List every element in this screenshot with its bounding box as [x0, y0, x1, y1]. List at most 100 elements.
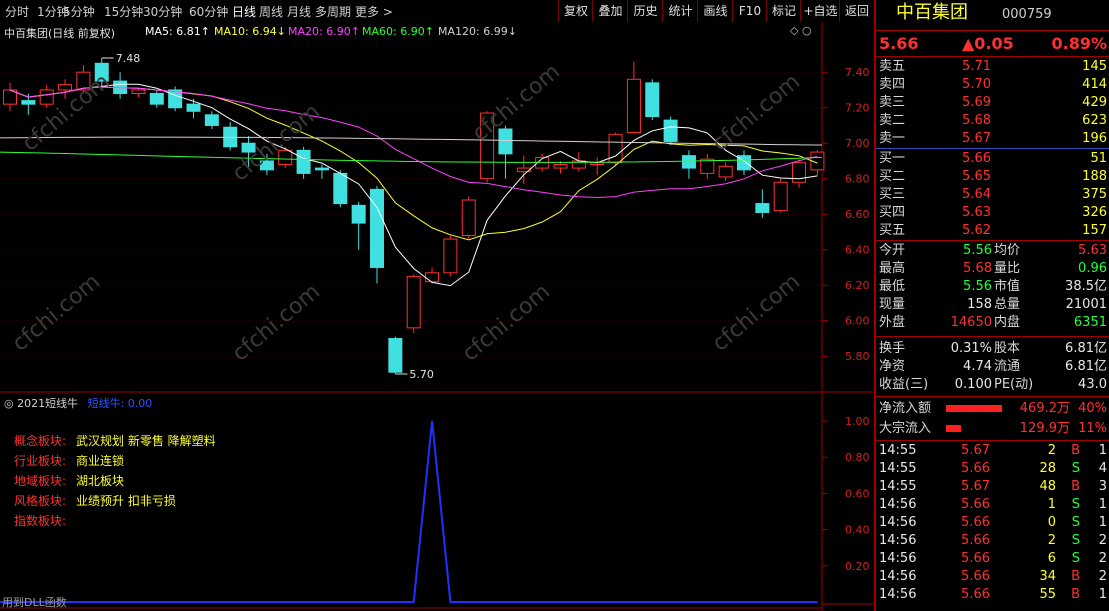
toolbar-action[interactable]: 统计 — [662, 0, 698, 22]
period-tab[interactable]: 月线 — [287, 3, 311, 20]
toolbar-action[interactable]: 返回 — [839, 0, 874, 22]
indicator-footer: 用到DLL函数 — [2, 596, 67, 609]
stat-row: 外盘 14650 内盘 6351 — [876, 314, 1109, 332]
fund-label: 收益(三) — [879, 377, 929, 392]
sector-value: 武汉规划 新零售 降解塑料 — [76, 434, 216, 448]
toolbar-action[interactable]: 叠加 — [592, 0, 628, 22]
tick-row: 14:56 5.66 6 S 2 — [876, 550, 1109, 568]
candle — [443, 235, 458, 277]
tick-volume: 55 — [1039, 587, 1056, 602]
stat-value: 5.56 — [963, 243, 992, 258]
toolbar-action[interactable]: 标记 — [766, 0, 801, 22]
indicator-y-tick: 0.80 — [845, 451, 870, 464]
y-tick-label: 6.20 — [845, 279, 870, 292]
order-level-label: 买二 — [879, 169, 906, 184]
tick-side: S — [1071, 533, 1080, 548]
tick-time: 14:56 — [879, 587, 917, 602]
tick-side: B — [1071, 479, 1080, 494]
period-tab[interactable]: 5分钟 — [63, 3, 95, 20]
order-book-row: 卖三 5.69 429 — [876, 94, 1109, 112]
tick-price: 5.66 — [961, 551, 990, 566]
tick-time: 14:56 — [879, 551, 917, 566]
flow-pct: 11% — [1078, 421, 1107, 436]
fund-label: 流通 — [994, 359, 1021, 374]
order-volume: 375 — [1082, 187, 1107, 202]
order-level-label: 卖二 — [879, 113, 906, 128]
indicator-icon[interactable]: ◎ — [4, 397, 14, 410]
period-tab[interactable]: 周线 — [259, 3, 283, 20]
ma-legend-item: MA120: 6.99↓ — [438, 25, 517, 38]
tick-time: 14:56 — [879, 497, 917, 512]
tick-count: 4 — [1098, 461, 1107, 476]
toolbar-action[interactable]: 画线 — [697, 0, 733, 22]
order-volume: 157 — [1082, 223, 1107, 238]
stat-label: 量比 — [994, 261, 1021, 276]
ma-legend-item: MA10: 6.94↓ — [214, 25, 286, 38]
order-book-row: 卖五 5.71 145 — [876, 58, 1109, 76]
tick-volume: 1 — [1047, 497, 1056, 512]
order-level-label: 卖三 — [879, 95, 906, 110]
chart-area[interactable]: 7.40 7.20 7.00 6.80 6.60 6.40 6.20 6.00 5.80 7.48… — [0, 22, 873, 611]
period-tab[interactable]: 30分钟 — [143, 3, 182, 20]
period-tab[interactable]: 60分钟 — [189, 3, 228, 20]
stat-value: 5.68 — [963, 261, 992, 276]
stat-value: 5.56 — [963, 279, 992, 294]
low-marker: 5.70 — [409, 368, 434, 381]
stat-label: 市值 — [994, 279, 1021, 294]
last-price: 5.66 — [879, 34, 919, 53]
tick-side: S — [1071, 551, 1080, 566]
candle — [388, 336, 403, 374]
order-book-row: 买三 5.64 375 — [876, 186, 1109, 204]
tick-time: 14:56 — [879, 533, 917, 548]
chart-title: 中百集团(日线 前复权) — [4, 27, 116, 40]
period-tab[interactable]: 15分钟 — [104, 3, 143, 20]
order-level-label: 买三 — [879, 187, 906, 202]
order-level-label: 买五 — [879, 223, 906, 238]
tick-count: 1 — [1098, 443, 1107, 458]
order-volume: 188 — [1082, 169, 1107, 184]
indicator-name[interactable]: 2021短线牛 — [17, 397, 78, 410]
sector-label: 指数板块: — [14, 514, 67, 528]
flow-label: 大宗流入 — [879, 421, 932, 436]
sector-label: 行业板块: — [14, 454, 67, 468]
flow-bar — [946, 425, 961, 432]
y-tick-label: 6.80 — [845, 173, 870, 186]
toolbar-action[interactable]: F10 — [732, 0, 767, 22]
toolbar-action[interactable]: +自选 — [800, 0, 840, 22]
order-level-label: 卖五 — [879, 59, 906, 74]
quote-panel: 中百集团 000759 5.66 ▲0.05 0.89% 卖五 5.71 145 卖四… — [874, 0, 1109, 611]
sector-value: 湖北板块 — [76, 474, 125, 488]
tick-count: 3 — [1098, 479, 1107, 494]
order-price: 5.62 — [962, 223, 991, 238]
order-level-label: 买一 — [879, 151, 906, 166]
tick-row: 14:56 5.66 1 S 1 — [876, 496, 1109, 514]
stat-value: 6351 — [1073, 315, 1107, 330]
period-tab[interactable]: 更多 > — [355, 3, 393, 20]
period-tab[interactable]: 分时 — [5, 3, 29, 20]
fund-label: 净资 — [879, 359, 906, 374]
tick-volume: 28 — [1039, 461, 1056, 476]
tick-row: 14:56 5.66 34 B 2 — [876, 568, 1109, 586]
flow-value: 469.2万 — [1019, 401, 1070, 416]
tick-volume: 34 — [1039, 569, 1056, 584]
stat-label: 均价 — [994, 243, 1021, 258]
tick-count: 2 — [1098, 569, 1107, 584]
period-tab[interactable]: 多周期 — [315, 3, 351, 20]
tick-row: 14:56 5.66 2 S 2 — [876, 532, 1109, 550]
stat-label: 今开 — [879, 243, 906, 258]
stat-value: 14650 — [950, 315, 992, 330]
y-tick-label: 6.40 — [845, 244, 870, 257]
stock-code: 000759 — [1002, 7, 1052, 22]
order-volume: 429 — [1082, 95, 1107, 110]
fund-value: 4.74 — [963, 359, 992, 374]
stat-label: 内盘 — [994, 315, 1021, 330]
order-level-label: 买四 — [879, 205, 906, 220]
tick-price: 5.66 — [961, 533, 990, 548]
chart-controls-icon[interactable]: ◇ ○ — [790, 24, 812, 37]
period-tab[interactable]: 日线 — [232, 3, 256, 20]
tick-side: B — [1071, 587, 1080, 602]
candle — [461, 196, 476, 240]
candle — [406, 274, 421, 334]
toolbar-action[interactable]: 复权 — [558, 0, 593, 22]
toolbar-action[interactable]: 历史 — [627, 0, 663, 22]
